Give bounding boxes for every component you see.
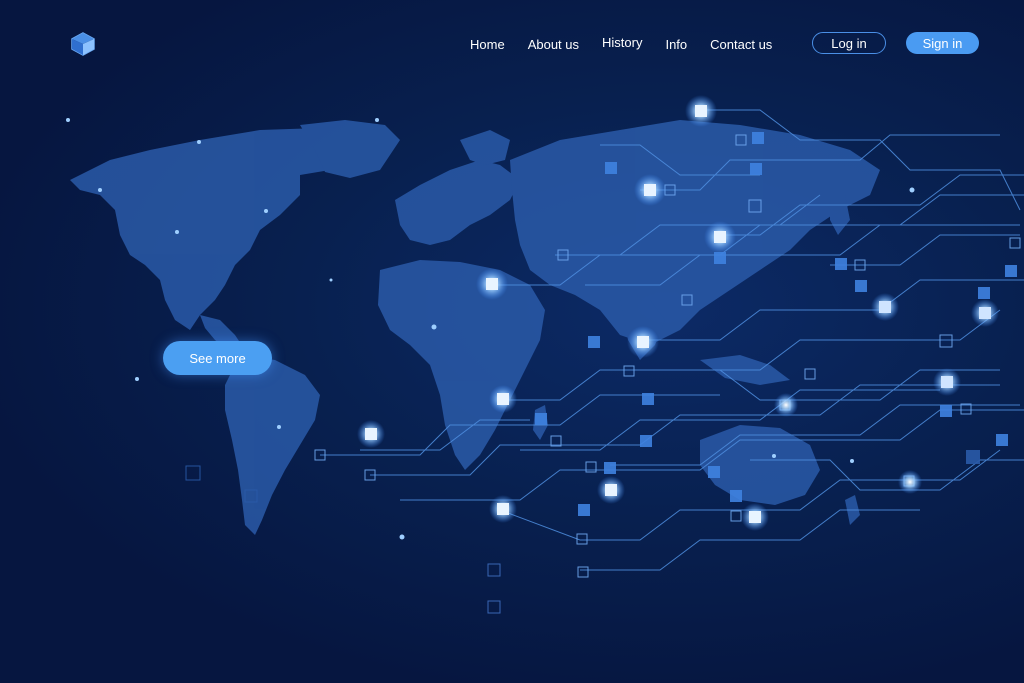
nav-contact-link[interactable]: Contact us <box>710 37 772 52</box>
nav-home-link[interactable]: Home <box>470 37 505 52</box>
world-map-circuit-background <box>66 95 1024 614</box>
nav-info-link[interactable]: Info <box>665 37 687 52</box>
main-nav: Home About us History Info Contact us <box>470 33 795 55</box>
login-button[interactable]: Log in <box>812 32 886 54</box>
signin-button[interactable]: Sign in <box>906 32 979 54</box>
nav-about-link[interactable]: About us <box>528 37 579 52</box>
nav-history-link[interactable]: History <box>602 35 642 50</box>
see-more-button[interactable]: See more <box>163 341 272 375</box>
hexagon-cube-logo-icon[interactable] <box>70 32 96 56</box>
world-map <box>70 120 880 535</box>
landing-page: Home About us History Info Contact us Lo… <box>0 0 1024 683</box>
